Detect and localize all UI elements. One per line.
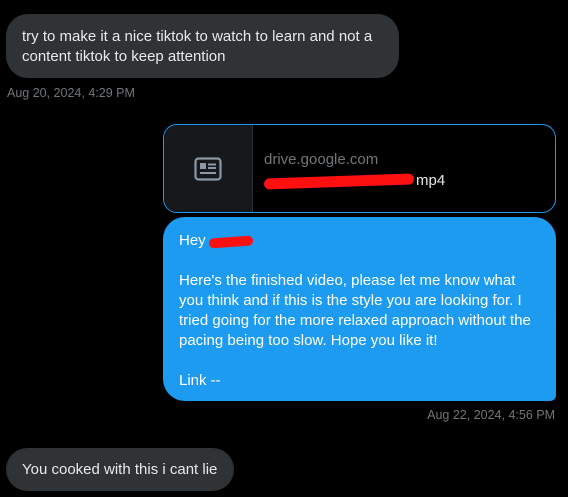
link-domain: drive.google.com	[264, 151, 379, 168]
message-text: try to make it a nice tiktok to watch to…	[22, 28, 373, 65]
sent-message-bubble[interactable]: Hey Here's the finished video, please le…	[163, 217, 556, 401]
message-signoff: Link --	[179, 372, 221, 389]
message-timestamp: Aug 22, 2024, 4:56 PM	[427, 408, 555, 422]
message-timestamp: Aug 20, 2024, 4:29 PM	[7, 86, 135, 100]
message-text: Here's the finished video, please let me…	[179, 272, 531, 349]
link-file-extension: mp4	[416, 172, 446, 189]
link-thumbnail	[164, 125, 253, 212]
greeting-line: Hey	[179, 231, 254, 251]
message-text: You cooked with this i cant lie	[22, 461, 218, 478]
redaction-mark	[208, 235, 254, 249]
received-message-bubble[interactable]: You cooked with this i cant lie	[6, 448, 234, 491]
link-preview-card[interactable]: drive.google.com mp4	[163, 124, 556, 213]
greeting-text: Hey	[179, 232, 206, 249]
link-file-name: mp4	[263, 172, 534, 192]
article-icon	[194, 156, 222, 181]
received-message-bubble[interactable]: try to make it a nice tiktok to watch to…	[6, 14, 399, 78]
redaction-mark	[263, 173, 415, 190]
